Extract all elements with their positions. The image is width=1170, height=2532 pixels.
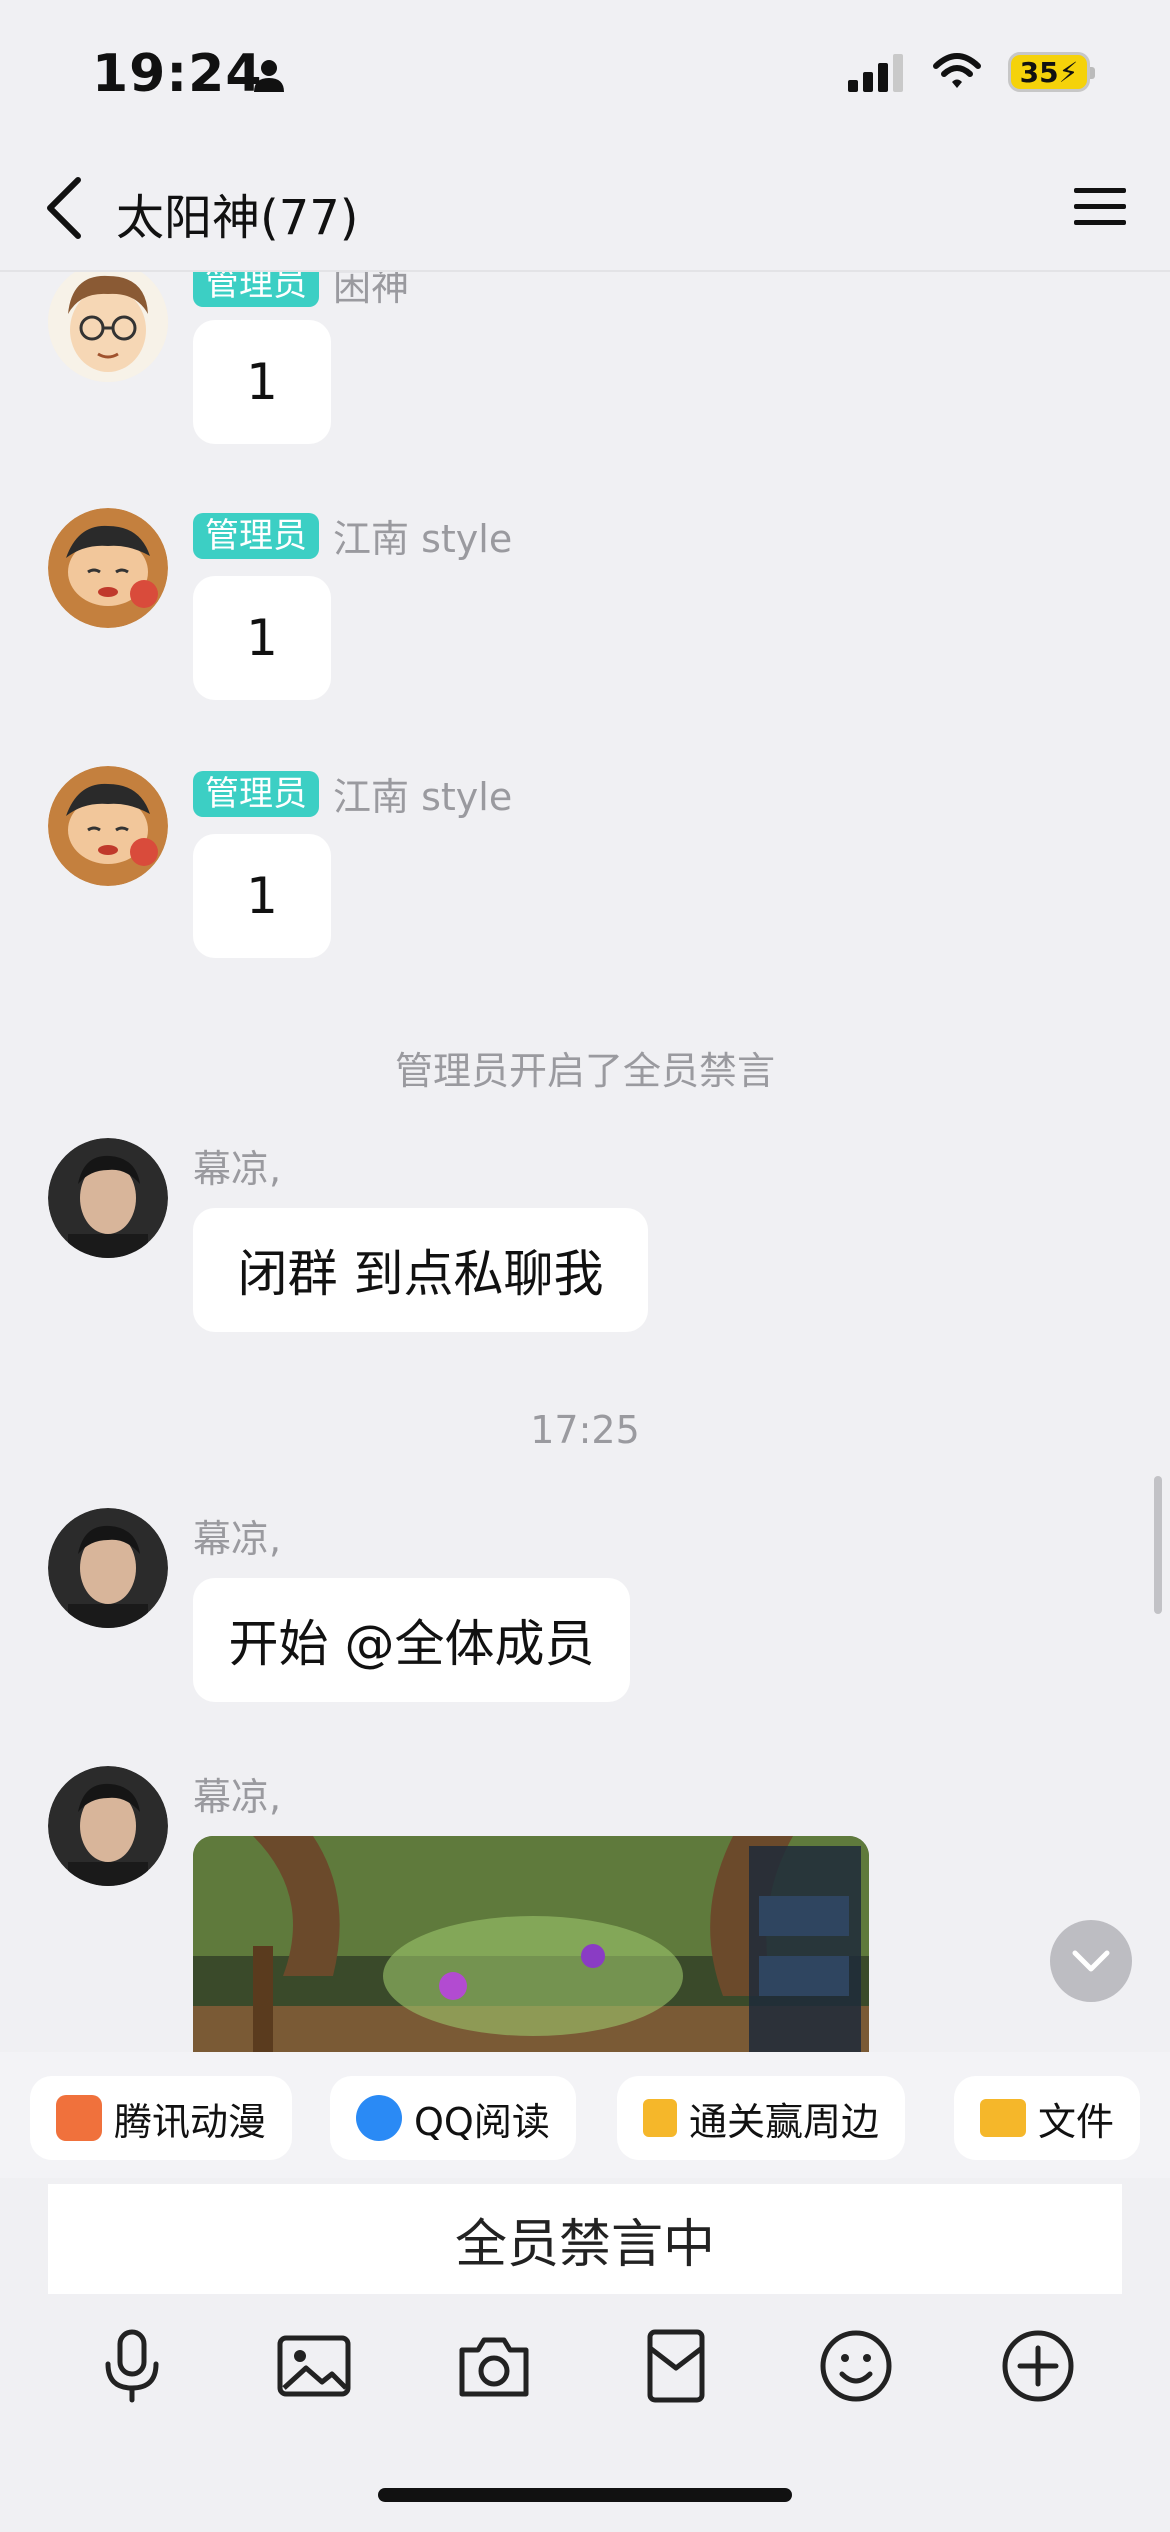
qq-read-icon bbox=[356, 2095, 402, 2141]
message-meta: 幕凉, bbox=[193, 1138, 281, 1193]
status-time: 19:24 bbox=[92, 44, 263, 104]
emoji-icon[interactable] bbox=[818, 2328, 894, 2404]
avatar-portrait bbox=[48, 1508, 168, 1628]
mute-notice-bar: 全员禁言中 bbox=[48, 2184, 1122, 2294]
battery-indicator: 35 ⚡ bbox=[1008, 52, 1095, 92]
message-row: 管理员 困神 bbox=[0, 272, 1170, 442]
quick-app-label: QQ阅读 bbox=[414, 2099, 550, 2144]
avatar-portrait bbox=[48, 1138, 168, 1258]
admin-badge: 管理员 bbox=[193, 770, 319, 817]
message-bubble[interactable]: 闭群 到点私聊我 bbox=[193, 1208, 648, 1332]
chat-messages[interactable]: 管理员 困神 1 管理员 江南 style 1 管理员 江南 style 1 管… bbox=[0, 272, 1170, 2052]
scrollbar[interactable] bbox=[1154, 1476, 1162, 1614]
message-meta: 幕凉, bbox=[193, 1508, 281, 1563]
message-row: 管理员 江南 style bbox=[0, 766, 1170, 966]
sender-nickname[interactable]: 江南 style bbox=[333, 508, 512, 563]
battery-level: 35 bbox=[1019, 55, 1059, 89]
game-screenshot-image bbox=[193, 1836, 869, 2052]
sender-nickname[interactable]: 困神 bbox=[333, 272, 409, 311]
quick-app-label: 文件 bbox=[1038, 2099, 1115, 2144]
quick-app-rewards[interactable]: 通关赢周边 bbox=[617, 2076, 906, 2160]
admin-badge: 管理员 bbox=[193, 512, 319, 559]
group-title: 太阳神(77) bbox=[116, 190, 359, 246]
red-packet-icon[interactable] bbox=[638, 2328, 714, 2404]
message-bubble[interactable]: 1 bbox=[193, 320, 331, 444]
admin-badge: 管理员 bbox=[193, 272, 319, 307]
message-bubble[interactable]: 1 bbox=[193, 834, 331, 958]
quick-app-qq-read[interactable]: QQ阅读 bbox=[330, 2076, 576, 2160]
avatar-cartoon-child bbox=[48, 766, 168, 886]
sender-nickname[interactable]: 幕凉, bbox=[193, 1766, 281, 1821]
message-row: 管理员 江南 style bbox=[0, 508, 1170, 708]
quick-apps-bar: 腾讯动漫 QQ阅读 通关赢周边 文件 bbox=[0, 2052, 1170, 2178]
sender-nickname[interactable]: 幕凉, bbox=[193, 1508, 281, 1563]
message-meta: 幕凉, bbox=[193, 1766, 281, 1821]
charging-bolt-icon: ⚡ bbox=[1058, 55, 1079, 89]
cellular-signal-icon bbox=[848, 54, 903, 92]
avatar-cartoon-child bbox=[48, 508, 168, 628]
person-icon bbox=[254, 60, 284, 92]
gift-icon bbox=[643, 2099, 677, 2137]
quick-app-tencent-comic[interactable]: 腾讯动漫 bbox=[30, 2076, 293, 2160]
message-meta: 管理员 江南 style bbox=[193, 508, 512, 563]
avatar[interactable] bbox=[48, 508, 168, 628]
message-bubble[interactable]: 开始 @全体成员 bbox=[193, 1578, 630, 1702]
image-message[interactable] bbox=[193, 1836, 869, 2052]
folder-icon bbox=[980, 2099, 1026, 2137]
timestamp: 17:25 bbox=[530, 1408, 640, 1452]
input-toolbar bbox=[0, 2310, 1170, 2420]
avatar[interactable] bbox=[48, 1766, 168, 1886]
message-bubble[interactable]: 1 bbox=[193, 576, 331, 700]
avatar[interactable] bbox=[48, 1508, 168, 1628]
wifi-icon bbox=[933, 53, 981, 88]
chat-header: 太阳神(77) bbox=[0, 150, 1170, 272]
sender-nickname[interactable]: 江南 style bbox=[333, 766, 512, 821]
status-bar: 19:24 35 ⚡ bbox=[0, 0, 1170, 150]
quick-app-label: 腾讯动漫 bbox=[114, 2099, 267, 2144]
quick-app-files[interactable]: 文件 bbox=[954, 2076, 1141, 2160]
avatar-portrait bbox=[48, 1766, 168, 1886]
microphone-icon[interactable] bbox=[94, 2328, 170, 2404]
comic-icon bbox=[56, 2095, 102, 2141]
sender-nickname[interactable]: 幕凉, bbox=[193, 1138, 281, 1193]
home-indicator[interactable] bbox=[378, 2488, 792, 2502]
plus-icon[interactable] bbox=[1000, 2328, 1076, 2404]
system-notice: 管理员开启了全员禁言 bbox=[394, 1049, 775, 1093]
message-meta: 管理员 困神 bbox=[193, 272, 409, 311]
status-indicators: 35 ⚡ bbox=[848, 52, 1095, 92]
chevron-down-icon bbox=[1072, 1950, 1110, 1972]
scroll-to-bottom-button[interactable] bbox=[1050, 1920, 1132, 2002]
image-icon[interactable] bbox=[276, 2328, 352, 2404]
avatar[interactable] bbox=[48, 766, 168, 886]
message-meta: 管理员 江南 style bbox=[193, 766, 512, 821]
avatar-cartoon-glasses bbox=[48, 272, 168, 382]
quick-app-label: 通关赢周边 bbox=[689, 2099, 880, 2144]
menu-icon[interactable] bbox=[1072, 182, 1128, 232]
avatar[interactable] bbox=[48, 272, 168, 382]
back-chevron-icon[interactable] bbox=[40, 172, 90, 244]
avatar[interactable] bbox=[48, 1138, 168, 1258]
camera-icon[interactable] bbox=[456, 2328, 532, 2404]
